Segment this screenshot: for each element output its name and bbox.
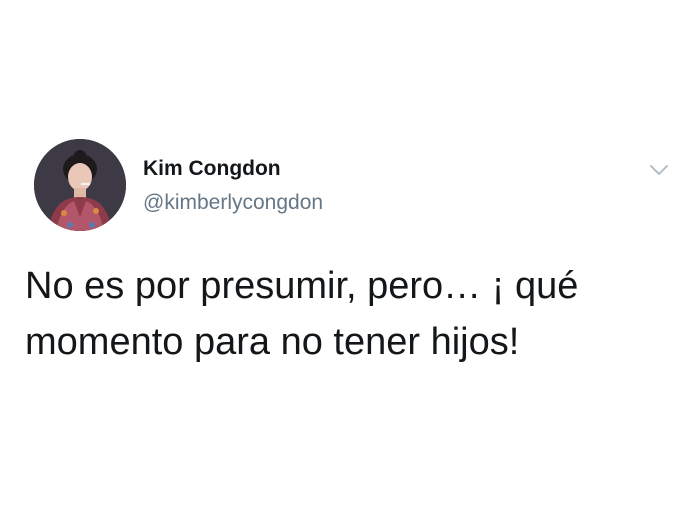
author-handle[interactable]: @kimberlycongdon xyxy=(143,190,323,216)
tweet-text-line: No es por presumir, pero… ¡ qué xyxy=(25,265,579,307)
author-name[interactable]: Kim Congdon xyxy=(143,156,281,182)
author-avatar[interactable] xyxy=(34,139,126,231)
tweet-text-line: momento para no tener hijos! xyxy=(25,321,520,363)
tweet-card: Kim Congdon @kimberlycongdon No es por p… xyxy=(0,0,700,527)
tweet-menu-button[interactable] xyxy=(646,160,672,180)
avatar-photo-icon xyxy=(34,139,126,231)
chevron-down-icon xyxy=(650,165,668,175)
tweet-text: No es por presumir, pero… ¡ qué momento … xyxy=(25,258,675,370)
